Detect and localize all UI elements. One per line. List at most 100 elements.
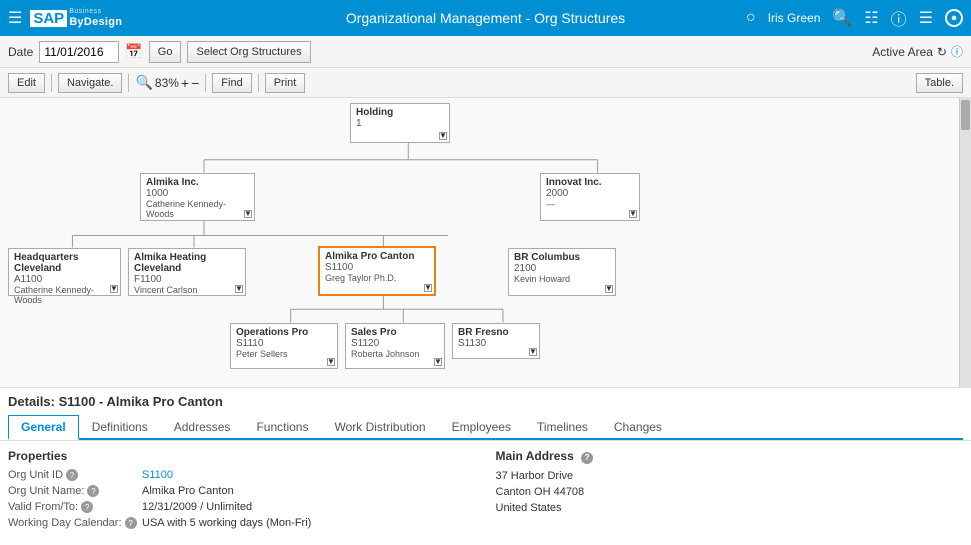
working-day-value: USA with 5 working days (Mon-Fri)	[142, 517, 311, 529]
tab-general[interactable]: General	[8, 415, 79, 440]
node-almika-inc[interactable]: Almika Inc. 1000 Catherine Kennedy-Woods…	[140, 173, 255, 221]
navigate-button[interactable]: Navigate.	[58, 73, 122, 93]
tab-employees[interactable]: Employees	[439, 415, 524, 440]
node-almika-pro-canton-title: Almika Pro Canton	[325, 251, 429, 262]
node-operations-pro-expand[interactable]: ▼	[327, 358, 335, 366]
options-icon[interactable]: ☰	[919, 8, 933, 28]
node-hq-cleveland[interactable]: Headquarters Cleveland A1100 Catherine K…	[8, 248, 121, 296]
bydesign-label: ByDesign	[69, 16, 122, 28]
zoom-out-btn[interactable]: −	[191, 75, 199, 91]
node-sales-pro[interactable]: Sales Pro S1120 Roberta Johnson ▼	[345, 323, 445, 369]
node-almika-pro-canton[interactable]: Almika Pro Canton S1100 Greg Taylor Ph.D…	[318, 246, 436, 296]
edit-button[interactable]: Edit	[8, 73, 45, 93]
properties-section: Properties Org Unit ID ? S1100 Org Unit …	[0, 441, 971, 541]
node-almika-pro-canton-id: S1100	[325, 262, 429, 273]
node-operations-pro-title: Operations Pro	[236, 327, 332, 338]
node-almika-inc-id: 1000	[146, 188, 249, 199]
tab-definitions[interactable]: Definitions	[79, 415, 161, 440]
node-sales-pro-person: Roberta Johnson	[351, 349, 439, 359]
address-line2: Canton OH 44708	[496, 486, 585, 498]
sap-logo: SAP Business ByDesign	[30, 8, 122, 28]
properties-right-column: Main Address ? 37 Harbor Drive Canton OH…	[496, 449, 964, 533]
node-almika-heating[interactable]: Almika Heating Cleveland F1100 Vincent C…	[128, 248, 246, 296]
grid-icon[interactable]: ☷	[864, 8, 878, 28]
zoom-in-btn[interactable]: +	[181, 75, 189, 91]
node-innovat-inc-person: —	[546, 199, 634, 209]
calendar-icon[interactable]: 📅	[125, 43, 142, 60]
node-operations-pro[interactable]: Operations Pro S1110 Peter Sellers ▼	[230, 323, 338, 369]
org-unit-id-label: Org Unit ID ?	[8, 469, 138, 481]
node-almika-heating-title: Almika Heating Cleveland	[134, 252, 240, 274]
node-innovat-inc-title: Innovat Inc.	[546, 177, 634, 188]
valid-from-to-help-icon[interactable]: ?	[81, 501, 93, 513]
working-day-row: Working Day Calendar: ? USA with 5 worki…	[8, 517, 476, 529]
working-day-help-icon[interactable]: ?	[125, 517, 137, 529]
node-sales-pro-id: S1120	[351, 338, 439, 349]
node-holding-expand[interactable]: ▼	[439, 132, 447, 140]
node-br-fresno[interactable]: BR Fresno S1130 ▼	[452, 323, 540, 359]
valid-from-to-row: Valid From/To: ? 12/31/2009 / Unlimited	[8, 501, 476, 513]
node-hq-cleveland-title: Headquarters Cleveland	[14, 252, 115, 274]
top-navigation: ☰ SAP Business ByDesign Organizational M…	[0, 0, 971, 36]
node-br-fresno-title: BR Fresno	[458, 327, 534, 338]
node-sales-pro-expand[interactable]: ▼	[434, 358, 442, 366]
main-address-help-icon[interactable]: ?	[581, 452, 593, 464]
node-almika-pro-canton-expand[interactable]: ▼	[424, 284, 432, 292]
node-holding-title: Holding	[356, 107, 444, 118]
tab-timelines[interactable]: Timelines	[524, 415, 601, 440]
date-input[interactable]	[39, 41, 119, 63]
user-name[interactable]: Iris Green	[768, 11, 821, 25]
properties-left-column: Properties Org Unit ID ? S1100 Org Unit …	[8, 449, 476, 533]
select-org-button[interactable]: Select Org Structures	[187, 41, 310, 63]
node-innovat-inc[interactable]: Innovat Inc. 2000 — ▼	[540, 173, 640, 221]
help-icon[interactable]: ⓘ	[891, 6, 907, 30]
tab-changes[interactable]: Changes	[601, 415, 675, 440]
edit-toolbar: Edit Navigate. 🔍 83% + − Find Print Tabl…	[0, 68, 971, 98]
node-br-columbus-expand[interactable]: ▼	[605, 285, 613, 293]
tab-work-distribution[interactable]: Work Distribution	[321, 415, 438, 440]
sap-wordmark: SAP	[30, 10, 67, 27]
working-day-label: Working Day Calendar: ?	[8, 517, 138, 529]
scrollbar-thumb[interactable]	[961, 100, 970, 130]
go-button[interactable]: Go	[149, 41, 182, 63]
menu-icon[interactable]: ☰	[8, 8, 22, 28]
active-area-label: Active Area	[872, 45, 933, 59]
tab-addresses[interactable]: Addresses	[161, 415, 244, 440]
address-line3: United States	[496, 502, 562, 514]
active-area-icon[interactable]: ↻	[937, 45, 947, 59]
properties-header: Properties	[8, 449, 476, 463]
table-button[interactable]: Table.	[916, 73, 963, 93]
bydesign-text: Business ByDesign	[69, 8, 122, 28]
org-chart-scrollbar[interactable]	[959, 98, 971, 387]
node-operations-pro-person: Peter Sellers	[236, 349, 332, 359]
power-icon[interactable]: ⏺	[945, 9, 963, 27]
separator-4	[258, 74, 259, 92]
tab-functions[interactable]: Functions	[243, 415, 321, 440]
find-button[interactable]: Find	[212, 73, 251, 93]
node-almika-inc-expand[interactable]: ▼	[244, 210, 252, 218]
org-unit-name-help-icon[interactable]: ?	[87, 485, 99, 497]
search-icon[interactable]: 🔍	[832, 8, 852, 28]
active-area-help[interactable]: ⓘ	[951, 43, 963, 60]
node-almika-heating-expand[interactable]: ▼	[235, 285, 243, 293]
node-holding[interactable]: Holding 1 ▼	[350, 103, 450, 143]
print-button[interactable]: Print	[265, 73, 306, 93]
node-innovat-inc-expand[interactable]: ▼	[629, 210, 637, 218]
separator-3	[205, 74, 206, 92]
node-operations-pro-id: S1110	[236, 338, 332, 349]
address-line1: 37 Harbor Drive	[496, 470, 574, 482]
node-almika-pro-canton-person: Greg Taylor Ph.D.	[325, 273, 429, 283]
zoom-in-icon[interactable]: 🔍	[135, 74, 152, 91]
details-title: Details: S1100 - Almika Pro Canton	[8, 394, 963, 409]
node-sales-pro-title: Sales Pro	[351, 327, 439, 338]
tabs-container: General Definitions Addresses Functions …	[8, 413, 963, 440]
org-unit-id-help-icon[interactable]: ?	[66, 469, 78, 481]
zoom-value: 83%	[155, 76, 179, 90]
org-chart-area: Holding 1 ▼ Almika Inc. 1000 Catherine K…	[0, 98, 971, 388]
node-br-columbus[interactable]: BR Columbus 2100 Kevin Howard ▼	[508, 248, 616, 296]
node-br-fresno-expand[interactable]: ▼	[529, 348, 537, 356]
business-text: Business	[69, 8, 122, 16]
user-icon: ○	[746, 9, 756, 27]
node-hq-cleveland-expand[interactable]: ▼	[110, 285, 118, 293]
org-unit-id-value[interactable]: S1100	[142, 469, 173, 481]
